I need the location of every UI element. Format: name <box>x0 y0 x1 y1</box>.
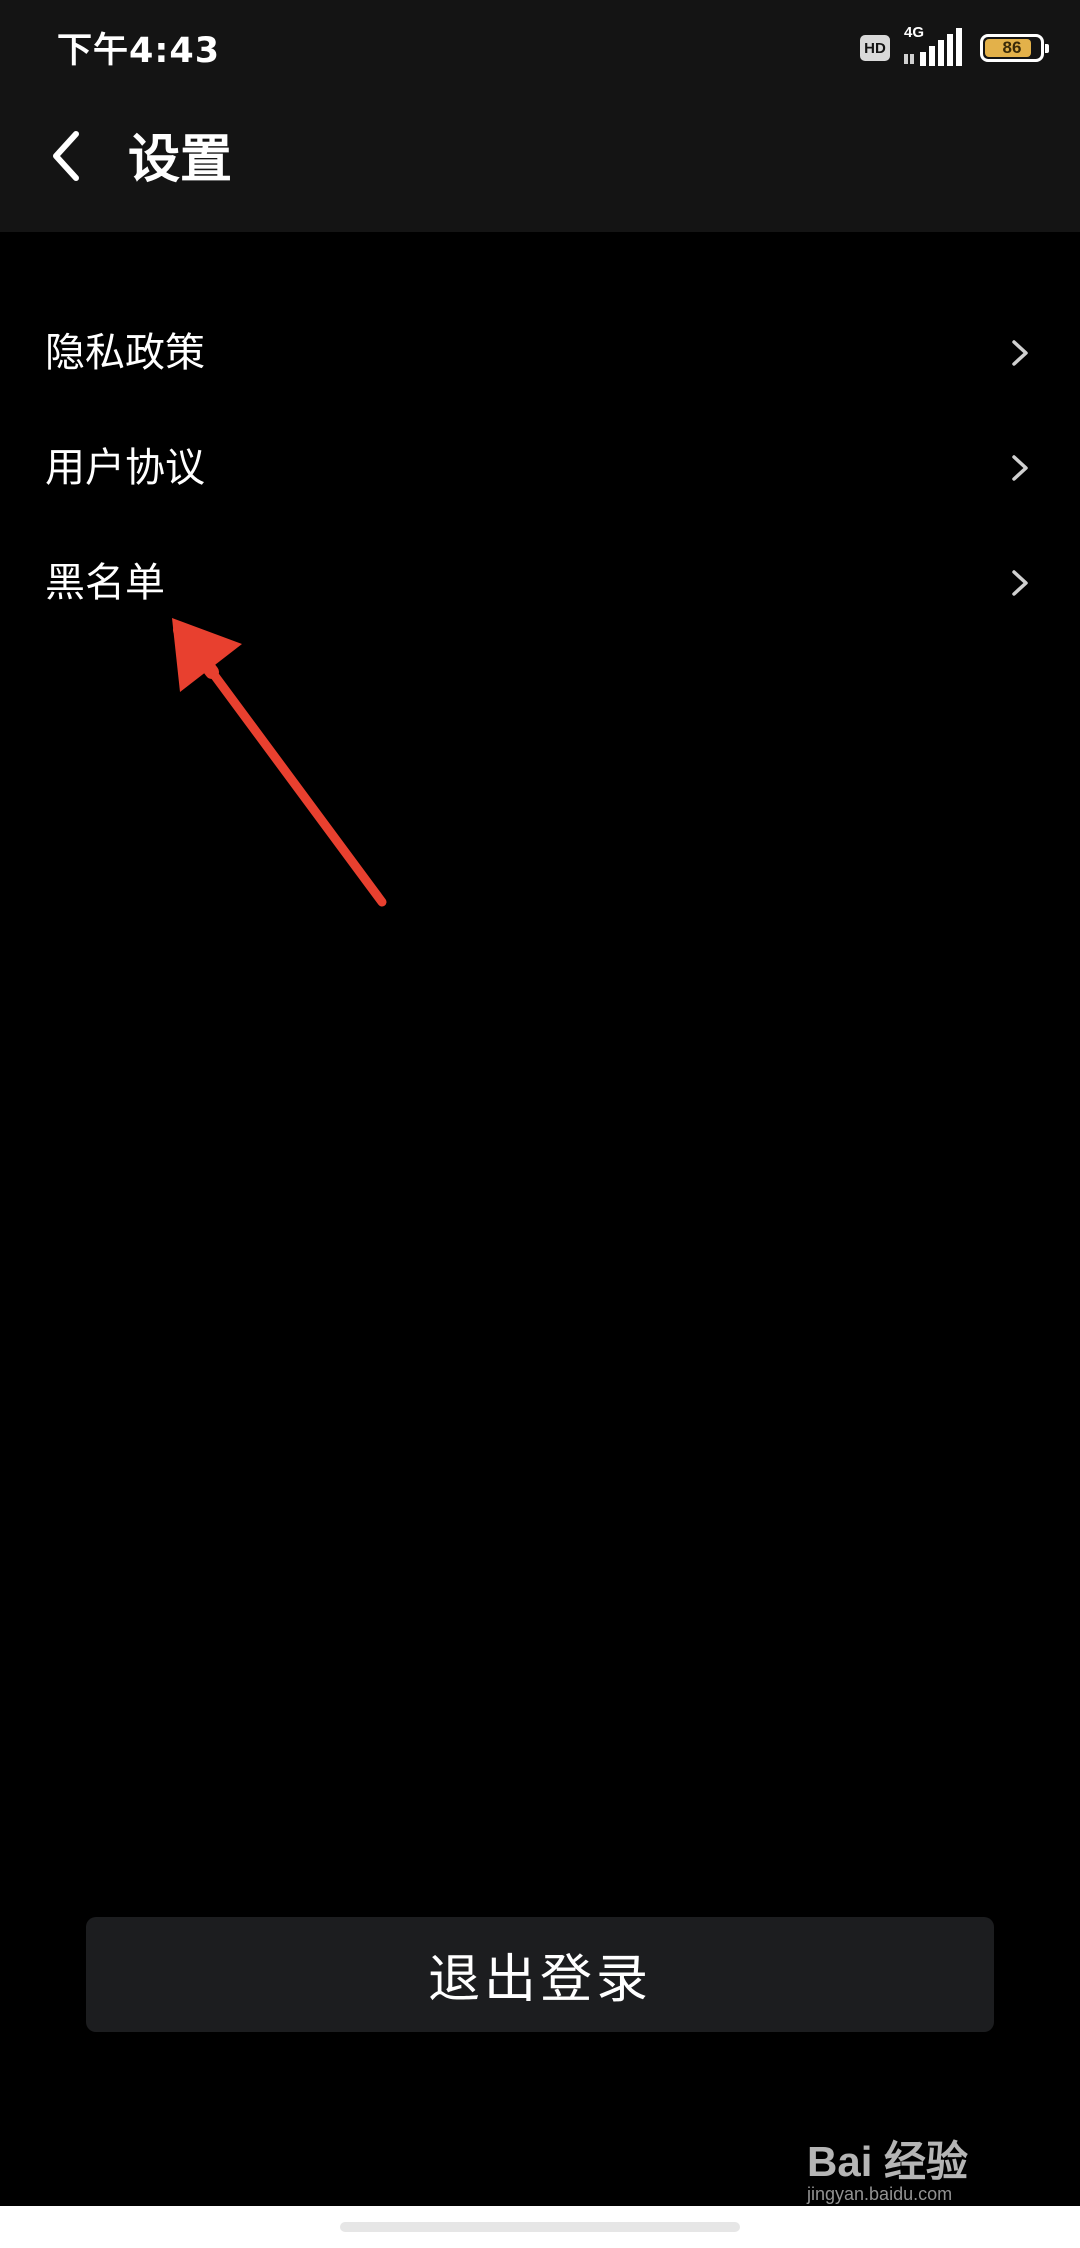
annotation-arrow-icon <box>172 618 387 907</box>
watermark-logo-text: Bai 经验 <box>807 2138 969 2185</box>
menu-item-label: 隐私政策 <box>45 329 205 376</box>
menu-item-user-agreement[interactable]: 用户协议 <box>0 410 1080 525</box>
signal-bars-icon <box>904 28 962 66</box>
home-indicator[interactable] <box>340 2222 740 2232</box>
menu-item-privacy-policy[interactable]: 隐私政策 <box>0 295 1080 410</box>
status-icons: HD 4G 86 <box>860 24 1049 68</box>
chevron-right-icon <box>1012 339 1028 366</box>
watermark-url: jingyan.baidu.com <box>807 2184 953 2204</box>
signal-icon: 4G <box>904 24 966 68</box>
back-button[interactable] <box>36 124 96 188</box>
settings-menu: 隐私政策 用户协议 黑名单 <box>0 295 1080 640</box>
menu-item-label: 黑名单 <box>45 559 165 606</box>
battery-icon: 86 <box>980 34 1049 62</box>
chevron-right-icon <box>1012 569 1028 596</box>
menu-item-label: 用户协议 <box>45 444 205 491</box>
battery-level: 86 <box>1002 38 1022 57</box>
logout-button[interactable]: 退出登录 <box>86 1917 994 2032</box>
page-title: 设置 <box>128 130 233 190</box>
app-header: 设置 <box>0 96 1080 232</box>
watermark: Bai 经验 jingyan.baidu.com <box>807 2128 1022 2212</box>
hd-icon: HD <box>860 35 890 61</box>
chevron-right-icon <box>1012 454 1028 481</box>
battery-tip <box>1045 44 1049 53</box>
status-bar: 下午4:43 HD 4G 86 <box>0 0 1080 96</box>
chevron-left-icon <box>53 131 79 181</box>
status-time: 下午4:43 <box>57 31 221 71</box>
logout-label: 退出登录 <box>427 1950 652 2010</box>
